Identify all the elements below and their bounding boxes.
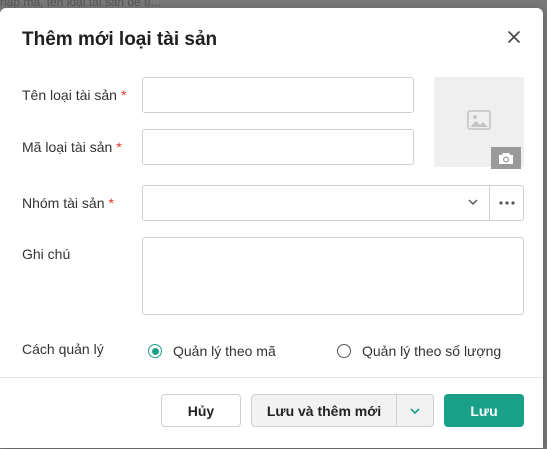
radio-dot [151,347,159,355]
note-label: Ghi chú [22,246,71,262]
save-and-new-button[interactable]: Lưu và thêm mới [252,395,397,426]
code-label: Mã loại tài sản * [22,139,122,155]
required-mark: * [120,87,127,103]
manage-by-code-radio[interactable] [148,344,162,358]
camera-icon [499,152,513,164]
required-mark: * [116,139,122,155]
cancel-button[interactable]: Hủy [161,394,241,427]
asset-group-combobox[interactable] [142,185,524,221]
more-icon [498,201,515,205]
chevron-down-icon[interactable] [467,196,479,208]
manage-by-code-label: Quản lý theo mã [173,343,276,359]
dialog-footer: Hủy Lưu và thêm mới Lưu [0,377,543,449]
save-button[interactable]: Lưu [444,394,524,427]
manage-by-code-option[interactable]: Quản lý theo mã [148,343,276,359]
asset-group-select[interactable] [143,186,489,220]
management-label: Cách quản lý [22,341,104,357]
image-placeholder-icon [467,110,491,130]
manage-by-quantity-radio[interactable] [337,344,351,358]
asset-image-box[interactable] [434,77,524,169]
asset-type-code-input[interactable] [142,129,414,165]
required-mark: * [108,195,114,211]
dialog-title: Thêm mới loại tài sản [22,29,218,50]
save-and-new-split-button: Lưu và thêm mới [251,394,434,427]
manage-by-quantity-label: Quản lý theo số lượng [362,343,502,359]
note-textarea[interactable] [142,237,524,315]
name-label: Tên loại tài sản * [22,87,127,103]
manage-by-quantity-option[interactable]: Quản lý theo số lượng [337,343,501,359]
close-button[interactable] [503,26,525,48]
asset-type-name-input[interactable] [142,77,414,113]
upload-image-button[interactable] [491,147,521,169]
add-asset-type-dialog: Thêm mới loại tài sản Tên loại tài sản * … [0,8,543,448]
group-label: Nhóm tài sản * [22,195,114,211]
asset-group-more-button[interactable] [489,186,523,220]
chevron-down-icon [410,407,420,414]
save-options-dropdown[interactable] [397,395,433,426]
close-icon [508,31,520,43]
